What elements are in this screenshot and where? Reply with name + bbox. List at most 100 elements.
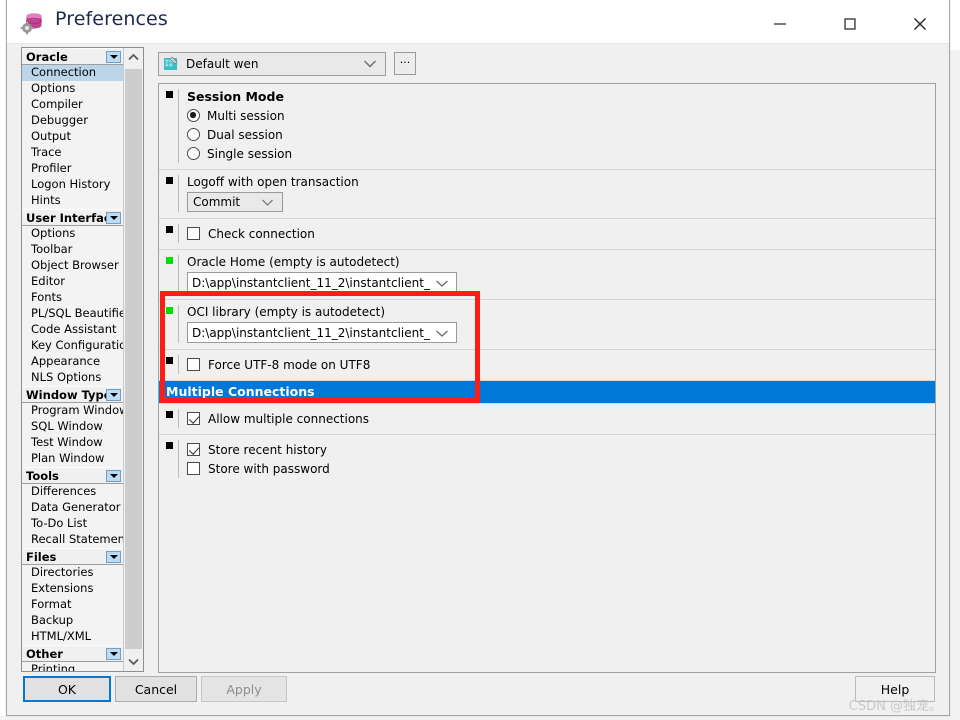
profile-more-button[interactable]: ... — [394, 52, 416, 75]
close-icon[interactable] — [897, 9, 943, 39]
sidebar-item-logon-history[interactable]: Logon History — [22, 177, 123, 193]
minimize-icon[interactable] — [757, 9, 803, 39]
sidebar-item-to-do-list[interactable]: To-Do List — [22, 516, 123, 532]
sidebar-group-other[interactable]: Other — [22, 645, 123, 662]
option-row-store-history: Store recent history Store with password — [159, 435, 935, 484]
oci-library-label: OCI library (empty is autodetect) — [187, 305, 386, 319]
logoff-select[interactable]: Commit — [187, 192, 283, 212]
sidebar-group-tools[interactable]: Tools — [22, 467, 123, 484]
sidebar-item-sql-window[interactable]: SQL Window — [22, 419, 123, 435]
row-marker — [166, 411, 173, 418]
chevron-down-icon[interactable] — [106, 648, 121, 660]
sidebar-group-window-types[interactable]: Window Types — [22, 386, 123, 403]
chevron-down-icon[interactable] — [106, 551, 121, 563]
scroll-up-icon[interactable] — [124, 48, 143, 67]
oci-library-value: D:\app\instantclient_11_2\instantclient_… — [192, 325, 430, 340]
sidebar-item-profiler[interactable]: Profiler — [22, 161, 123, 177]
sidebar-item-backup[interactable]: Backup — [22, 613, 123, 629]
sidebar-item-compiler[interactable]: Compiler — [22, 97, 123, 113]
checkbox-store-with-password[interactable]: Store with password — [187, 459, 935, 478]
radio-multi-session[interactable]: Multi session — [187, 106, 935, 125]
sidebar-item-recall-statement[interactable]: Recall Statement — [22, 532, 123, 548]
category-list[interactable]: Oracle Connection Options Compiler Debugger O… — [22, 48, 123, 671]
sidebar-item-pl-sql-beautifier[interactable]: PL/SQL Beautifier — [22, 306, 123, 322]
radio-label: Dual session — [207, 127, 283, 142]
tree-scrollbar-thumb[interactable] — [125, 69, 142, 649]
sidebar-item-directories[interactable]: Directories — [22, 565, 123, 581]
sidebar-item-toolbar[interactable]: Toolbar — [22, 242, 123, 258]
chevron-down-icon[interactable] — [106, 470, 121, 482]
sidebar-item-fonts[interactable]: Fonts — [22, 290, 123, 306]
option-row-oci-library: OCI library (empty is autodetect) D:\app… — [159, 300, 935, 350]
sidebar-item-nls-options[interactable]: NLS Options — [22, 370, 123, 386]
logoff-value: Commit — [193, 195, 241, 209]
sidebar-item-editor[interactable]: Editor — [22, 274, 123, 290]
chevron-down-icon[interactable] — [106, 389, 121, 401]
checkbox-force-utf8[interactable]: Force UTF-8 mode on UTF8 — [187, 355, 935, 374]
sidebar-item-connection[interactable]: Connection — [22, 65, 123, 81]
sidebar-item-format[interactable]: Format — [22, 597, 123, 613]
profile-select[interactable]: Default wen — [158, 52, 386, 76]
preferences-window: Preferences Oracle Connection Options Compi… — [6, 0, 950, 716]
session-mode-title: Session Mode — [187, 89, 284, 104]
sidebar-group-oracle[interactable]: Oracle — [22, 48, 123, 65]
checkbox-store-recent-history[interactable]: Store recent history — [187, 440, 935, 459]
sidebar-item-hints[interactable]: Hints — [22, 193, 123, 209]
sidebar-item-test-window[interactable]: Test Window — [22, 435, 123, 451]
apply-button[interactable]: Apply — [201, 676, 287, 702]
section-header-multiple-connections: Multiple Connections — [159, 381, 935, 404]
option-row-check-connection: Check connection — [159, 219, 935, 250]
sidebar-group-label: Oracle — [26, 50, 68, 64]
sidebar-item-key-configuration[interactable]: Key Configuration — [22, 338, 123, 354]
option-row-oracle-home: Oracle Home (empty is autodetect) D:\app… — [159, 250, 935, 300]
checkbox-icon — [187, 358, 200, 371]
sidebar-item-trace[interactable]: Trace — [22, 145, 123, 161]
cancel-button[interactable]: Cancel — [115, 676, 197, 702]
sidebar-group-files[interactable]: Files — [22, 548, 123, 565]
sidebar-item-options[interactable]: Options — [22, 226, 123, 242]
chevron-down-icon — [436, 330, 448, 337]
radio-dual-session[interactable]: Dual session — [187, 125, 935, 144]
sidebar-item-object-browser[interactable]: Object Browser — [22, 258, 123, 274]
sidebar-item-plan-window[interactable]: Plan Window — [22, 451, 123, 467]
chevron-down-icon[interactable] — [106, 212, 121, 224]
window-titlebar: Preferences — [7, 0, 949, 44]
sidebar-item-code-assistant[interactable]: Code Assistant — [22, 322, 123, 338]
option-row-allow-multiple: Allow multiple connections — [159, 404, 935, 435]
sidebar-item-program-window[interactable]: Program Window — [22, 403, 123, 419]
sidebar-group-label: Other — [26, 647, 63, 661]
radio-label: Multi session — [207, 108, 285, 123]
watermark-text: CSDN @独宠。 — [848, 699, 942, 714]
checkbox-label: Store recent history — [208, 442, 327, 457]
sidebar-group-label: Tools — [26, 469, 59, 483]
database-gear-icon — [19, 8, 47, 36]
radio-single-session[interactable]: Single session — [187, 144, 935, 163]
sidebar-item-debugger[interactable]: Debugger — [22, 113, 123, 129]
checkbox-allow-multiple-connections[interactable]: Allow multiple connections — [187, 409, 935, 428]
chevron-down-icon[interactable] — [106, 51, 121, 63]
checkbox-label: Force UTF-8 mode on UTF8 — [208, 357, 371, 372]
oci-library-input[interactable]: D:\app\instantclient_11_2\instantclient_… — [187, 322, 457, 343]
sidebar-item-options[interactable]: Options — [22, 81, 123, 97]
checkbox-label: Allow multiple connections — [208, 411, 370, 426]
checkbox-check-connection[interactable]: Check connection — [187, 224, 935, 243]
sidebar-item-data-generator[interactable]: Data Generator — [22, 500, 123, 516]
radio-icon — [187, 109, 200, 122]
oracle-home-input[interactable]: D:\app\instantclient_11_2\instantclient_… — [187, 272, 457, 293]
sidebar-item-html-xml[interactable]: HTML/XML — [22, 629, 123, 645]
sidebar-group-label: User Interface — [26, 211, 119, 225]
sidebar-group-user-interface[interactable]: User Interface — [22, 209, 123, 226]
preferences-category-tree: Oracle Connection Options Compiler Debugger O… — [21, 47, 144, 672]
row-marker — [166, 177, 173, 184]
sidebar-item-output[interactable]: Output — [22, 129, 123, 145]
tree-scrollbar[interactable] — [123, 48, 143, 671]
sidebar-item-differences[interactable]: Differences — [22, 484, 123, 500]
scroll-down-icon[interactable] — [124, 652, 143, 671]
chevron-down-icon — [436, 280, 448, 287]
sidebar-item-appearance[interactable]: Appearance — [22, 354, 123, 370]
sidebar-item-printing[interactable]: Printing — [22, 662, 123, 671]
preferences-content: Default wen ... Session Mode Multi sessi… — [154, 47, 940, 673]
maximize-icon[interactable] — [827, 9, 873, 39]
sidebar-item-extensions[interactable]: Extensions — [22, 581, 123, 597]
ok-button[interactable]: OK — [23, 676, 111, 702]
